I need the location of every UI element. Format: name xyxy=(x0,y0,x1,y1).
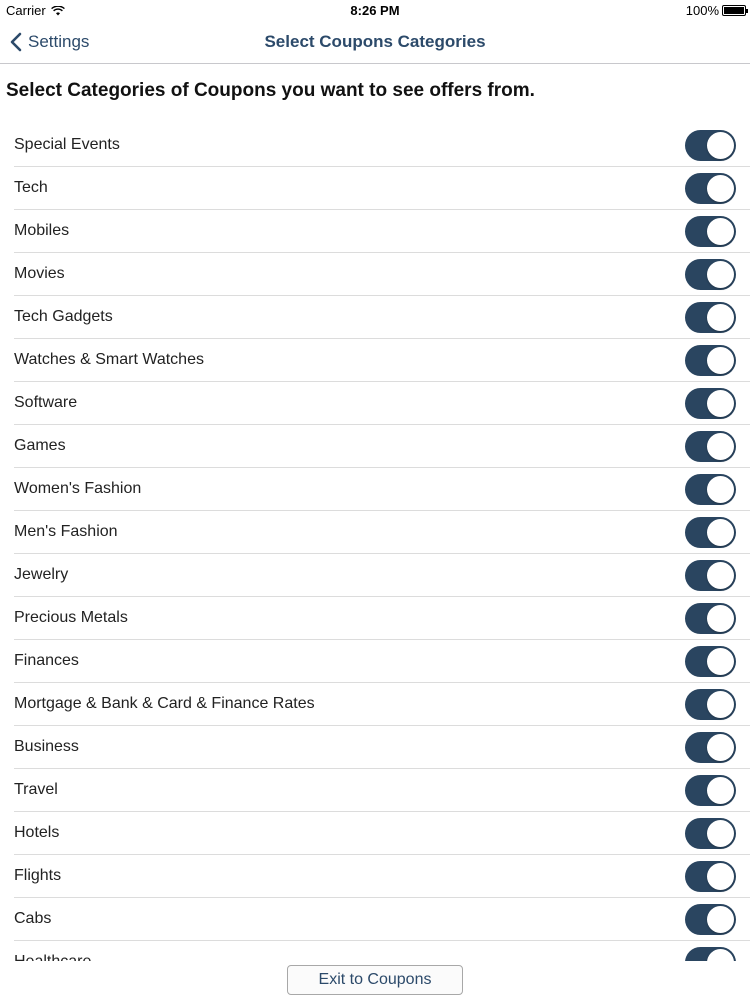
toggle-knob xyxy=(707,389,734,417)
category-label: Games xyxy=(14,437,66,454)
category-row: Games xyxy=(14,425,750,468)
category-row: Women's Fashion xyxy=(14,468,750,511)
category-toggle[interactable] xyxy=(685,387,736,419)
category-toggle[interactable] xyxy=(685,129,736,161)
category-toggle[interactable] xyxy=(685,688,736,720)
category-row: Special Events xyxy=(14,124,750,167)
category-row: Precious Metals xyxy=(14,597,750,640)
category-row: Men's Fashion xyxy=(14,511,750,554)
category-row: Software xyxy=(14,382,750,425)
toggle-knob xyxy=(707,518,734,546)
category-label: Watches & Smart Watches xyxy=(14,351,204,368)
category-row: Hotels xyxy=(14,812,750,855)
toggle-knob xyxy=(707,862,734,890)
category-row: Finances xyxy=(14,640,750,683)
category-row: Movies xyxy=(14,253,750,296)
category-label: Finances xyxy=(14,652,79,669)
toggle-knob xyxy=(707,733,734,761)
category-label: Special Events xyxy=(14,136,120,153)
category-toggle[interactable] xyxy=(685,215,736,247)
category-toggle[interactable] xyxy=(685,172,736,204)
battery-icon xyxy=(722,5,748,16)
category-toggle[interactable] xyxy=(685,731,736,763)
category-toggle[interactable] xyxy=(685,258,736,290)
toggle-knob xyxy=(707,260,734,288)
category-toggle[interactable] xyxy=(685,645,736,677)
category-label: Tech Gadgets xyxy=(14,308,113,325)
category-toggle[interactable] xyxy=(685,860,736,892)
category-toggle[interactable] xyxy=(685,602,736,634)
category-label: Tech xyxy=(14,179,48,196)
toggle-knob xyxy=(707,905,734,933)
category-toggle[interactable] xyxy=(685,473,736,505)
category-label: Movies xyxy=(14,265,65,282)
toggle-knob xyxy=(707,690,734,718)
category-row: Tech Gadgets xyxy=(14,296,750,339)
toggle-knob xyxy=(707,174,734,202)
toggle-knob xyxy=(707,303,734,331)
category-toggle[interactable] xyxy=(685,817,736,849)
category-toggle[interactable] xyxy=(685,344,736,376)
category-row: Tech xyxy=(14,167,750,210)
category-row: Mortgage & Bank & Card & Finance Rates xyxy=(14,683,750,726)
category-toggle[interactable] xyxy=(685,430,736,462)
category-label: Healthcare xyxy=(14,953,91,961)
page-title: Select Coupons Categories xyxy=(264,32,486,51)
category-toggle[interactable] xyxy=(685,516,736,548)
category-toggle[interactable] xyxy=(685,559,736,591)
category-label: Precious Metals xyxy=(14,609,128,626)
category-label: Flights xyxy=(14,867,62,884)
category-toggle[interactable] xyxy=(685,946,736,961)
section-heading: Select Categories of Coupons you want to… xyxy=(6,80,535,101)
category-row: Healthcare xyxy=(14,941,750,961)
battery-percent: 100% xyxy=(685,3,719,18)
category-row: Flights xyxy=(14,855,750,898)
toggle-knob xyxy=(707,776,734,804)
category-list[interactable]: Special Events Tech Mobiles Movies Tech Gadg… xyxy=(0,124,750,961)
category-row: Travel xyxy=(14,769,750,812)
category-label: Mortgage & Bank & Card & Finance Rates xyxy=(14,695,315,712)
clock: 8:26 PM xyxy=(350,3,400,18)
category-label: Travel xyxy=(14,781,58,798)
category-row: Business xyxy=(14,726,750,769)
category-label: Jewelry xyxy=(14,566,69,583)
toggle-knob xyxy=(707,346,734,374)
toggle-knob xyxy=(707,604,734,632)
category-label: Mobiles xyxy=(14,222,70,239)
toggle-knob xyxy=(707,948,734,961)
category-label: Software xyxy=(14,394,78,411)
category-label: Hotels xyxy=(14,824,60,841)
category-label: Cabs xyxy=(14,910,52,927)
category-label: Men's Fashion xyxy=(14,523,118,540)
toggle-knob xyxy=(707,819,734,847)
toggle-knob xyxy=(707,131,734,159)
category-row: Mobiles xyxy=(14,210,750,253)
category-toggle[interactable] xyxy=(685,774,736,806)
toggle-knob xyxy=(707,217,734,245)
category-toggle[interactable] xyxy=(685,301,736,333)
toggle-knob xyxy=(707,475,734,503)
category-row: Cabs xyxy=(14,898,750,941)
category-row: Watches & Smart Watches xyxy=(14,339,750,382)
battery-indicator: 100% xyxy=(685,3,748,18)
exit-to-coupons-button[interactable]: Exit to Coupons xyxy=(287,965,463,995)
toggle-knob xyxy=(707,561,734,589)
category-label: Business xyxy=(14,738,79,755)
category-row: Jewelry xyxy=(14,554,750,597)
category-toggle[interactable] xyxy=(685,903,736,935)
toggle-knob xyxy=(707,432,734,460)
toggle-knob xyxy=(707,647,734,675)
navigation-bar: Settings Select Coupons Categories xyxy=(0,20,750,64)
status-bar: Carrier 8:26 PM 100% xyxy=(0,0,750,20)
bottom-toolbar: Exit to Coupons xyxy=(0,961,750,1000)
category-label: Women's Fashion xyxy=(14,480,142,497)
